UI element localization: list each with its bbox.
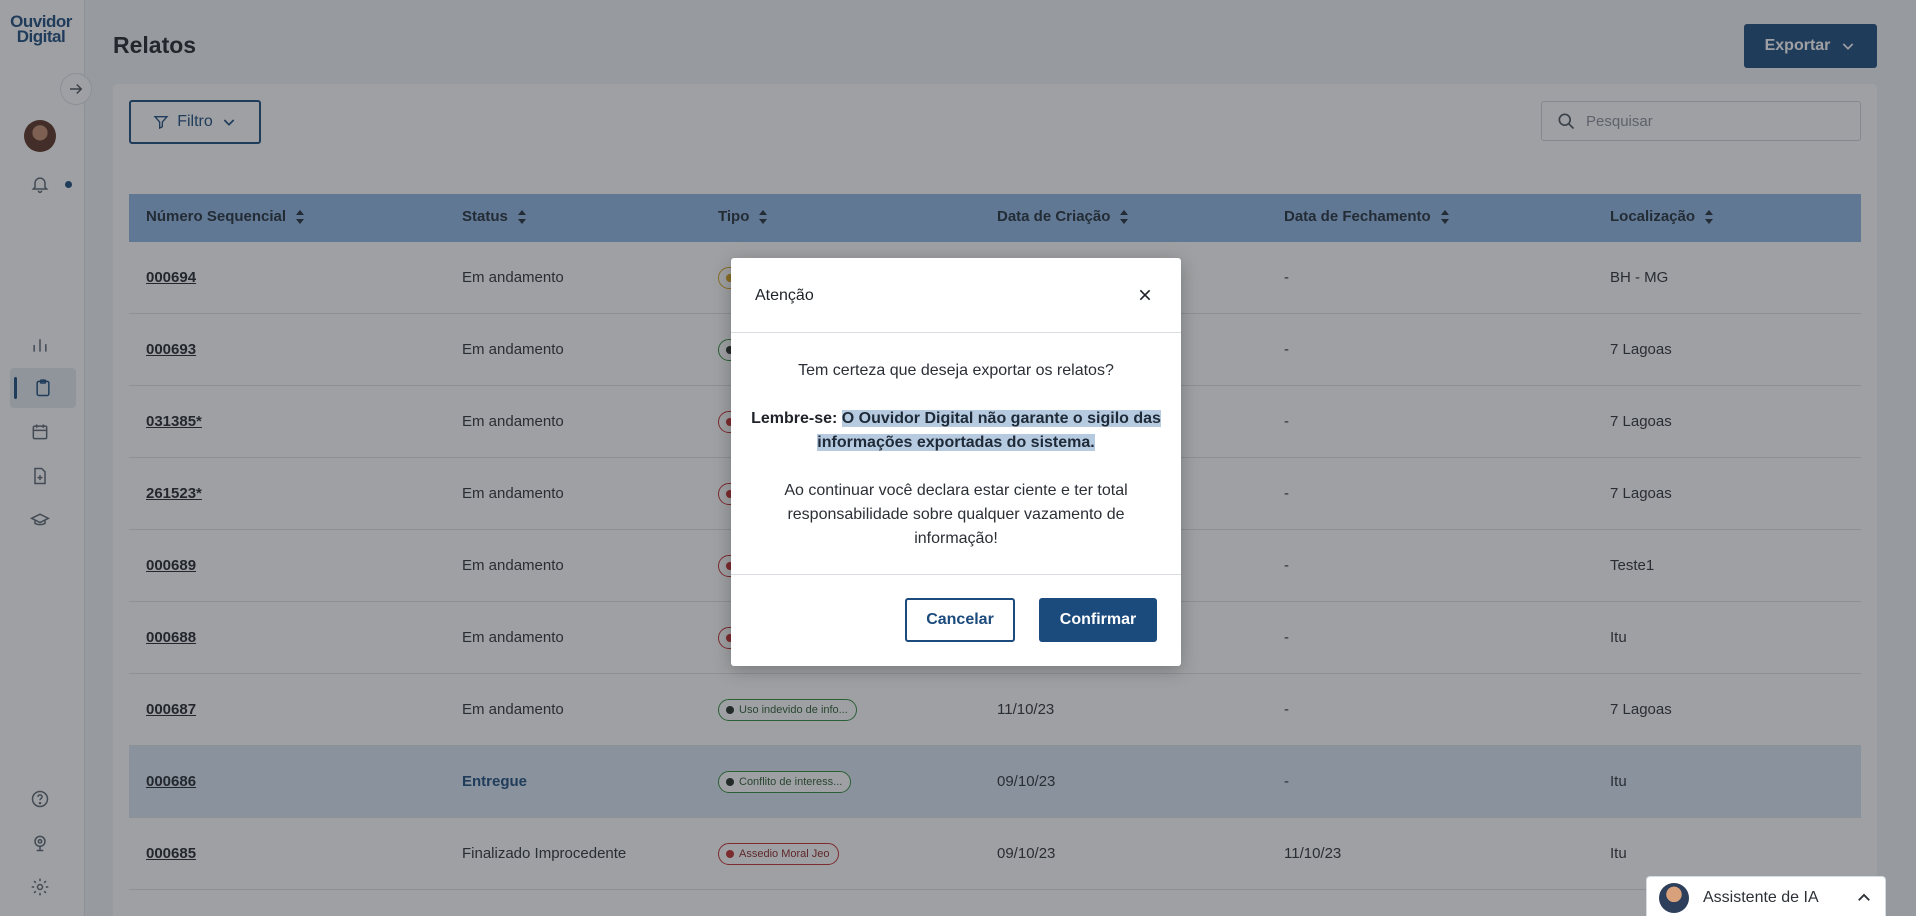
reminder-label: Lembre-se: <box>751 410 838 427</box>
dialog-reminder: Lembre-se: O Ouvidor Digital não garante… <box>751 407 1161 455</box>
dialog-title: Atenção <box>755 287 814 304</box>
close-button[interactable] <box>1134 284 1156 306</box>
confirm-button[interactable]: Confirmar <box>1039 598 1157 642</box>
ai-assistant-bar[interactable]: Assistente de IA <box>1646 876 1886 916</box>
close-icon <box>1139 289 1151 301</box>
assistant-avatar <box>1659 883 1689 913</box>
dialog-header: Atenção <box>731 258 1181 333</box>
dialog-declaration: Ao continuar você declara estar ciente e… <box>784 482 1128 547</box>
reminder-text: O Ouvidor Digital não garante o sigilo d… <box>817 410 1161 451</box>
export-confirm-dialog: Atenção Tem certeza que deseja exportar … <box>731 258 1181 666</box>
dialog-body: Tem certeza que deseja exportar os relat… <box>731 333 1181 575</box>
dialog-question: Tem certeza que deseja exportar os relat… <box>798 362 1114 379</box>
cancel-button[interactable]: Cancelar <box>905 598 1015 642</box>
assistant-label: Assistente de IA <box>1703 889 1819 906</box>
chevron-up-icon[interactable] <box>1855 889 1873 907</box>
